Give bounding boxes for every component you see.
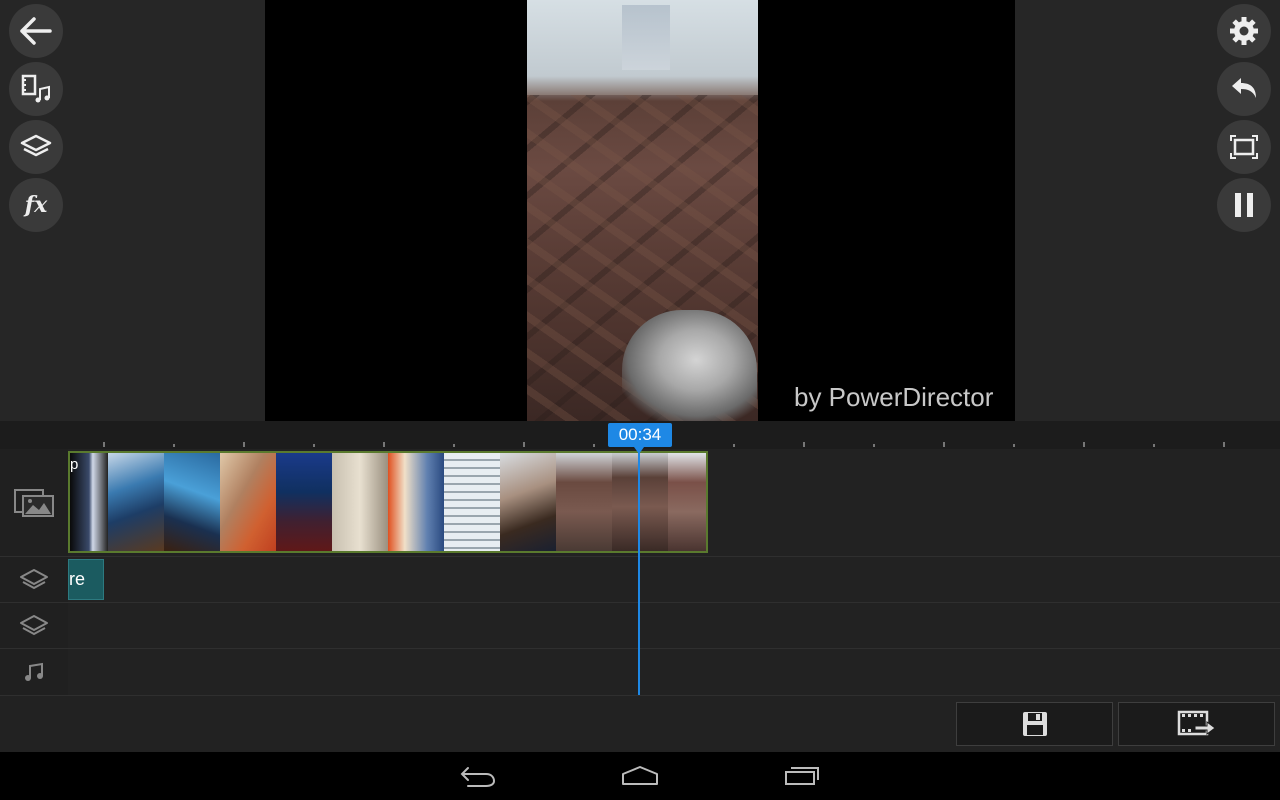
back-arrow-icon [20, 17, 52, 45]
undo-icon [1232, 78, 1256, 98]
video-frame [527, 0, 758, 421]
ruler-tick [593, 444, 595, 447]
clip-thumbnail [668, 453, 706, 551]
pause-button[interactable] [1217, 178, 1271, 232]
layers-track-icon [20, 569, 48, 590]
clip-thumbnail [388, 453, 444, 551]
playhead-line[interactable] [638, 447, 640, 695]
playhead-time[interactable]: 00:34 [608, 423, 672, 447]
ruler-tick [803, 442, 805, 447]
overlay-track-1[interactable] [68, 557, 1280, 603]
effects-button[interactable]: fx [9, 178, 63, 232]
ruler-tick [733, 444, 735, 447]
save-icon [1022, 712, 1047, 736]
audio-track-header [12, 660, 56, 684]
clip-thumbnail [276, 453, 332, 551]
ruler-tick [243, 442, 245, 447]
ruler-tick [453, 444, 455, 447]
pause-icon [1235, 193, 1253, 217]
nav-back-button[interactable] [438, 756, 518, 796]
overlay-track-2[interactable] [68, 603, 1280, 649]
audio-track[interactable] [68, 649, 1280, 696]
video-image-track-icon [14, 489, 54, 517]
overlay-clip[interactable]: re [68, 559, 104, 600]
clip-thumbnail [332, 453, 388, 551]
video-preview[interactable] [265, 0, 1015, 421]
fullscreen-icon [1230, 135, 1258, 159]
nav-recents-button[interactable] [762, 756, 842, 796]
media-library-button[interactable] [9, 62, 63, 116]
ruler-tick [1083, 442, 1085, 447]
clip-thumbnail [444, 453, 500, 551]
video-clip-label: p [70, 456, 79, 473]
back-icon [460, 767, 496, 787]
ruler-tick [1013, 444, 1015, 447]
overlay-track-2-header [12, 612, 56, 640]
gear-icon [1230, 17, 1258, 45]
ruler-tick [873, 444, 875, 447]
fx-icon: fx [24, 192, 48, 218]
save-project-button[interactable] [956, 702, 1113, 746]
undo-button[interactable] [1217, 62, 1271, 116]
ruler-tick [383, 442, 385, 447]
film-music-icon [21, 74, 50, 103]
overlay-clip-label: re [69, 569, 86, 589]
clip-thumbnail [108, 453, 164, 551]
watermark-text: by PowerDirector [794, 382, 994, 412]
settings-button[interactable] [1217, 4, 1271, 58]
ruler-tick [523, 442, 525, 447]
ruler-tick [313, 444, 315, 447]
layers-icon [20, 134, 52, 157]
back-button[interactable] [9, 4, 63, 58]
ruler-tick [1153, 444, 1155, 447]
recents-icon [785, 767, 819, 785]
ruler-tick [103, 442, 105, 447]
home-icon [622, 766, 658, 785]
layers-button[interactable] [9, 120, 63, 174]
nav-home-button[interactable] [600, 756, 680, 796]
ruler-tick [943, 442, 945, 447]
clip-thumbnail [220, 453, 276, 551]
music-note-icon [25, 662, 43, 681]
clip-thumbnail [556, 453, 612, 551]
clip-thumbnail [612, 453, 668, 551]
playhead-marker [634, 447, 644, 454]
ruler-tick [1223, 442, 1225, 447]
produce-video-button[interactable] [1118, 702, 1275, 746]
video-clip[interactable] [68, 451, 708, 553]
overlay-track-1-header [12, 566, 56, 594]
clip-thumbnail [500, 453, 556, 551]
fullscreen-button[interactable] [1217, 120, 1271, 174]
film-export-icon [1177, 710, 1216, 736]
video-track-header [12, 486, 56, 520]
layers-track-icon [20, 615, 48, 636]
clip-thumbnail [164, 453, 220, 551]
ruler-tick [173, 444, 175, 447]
